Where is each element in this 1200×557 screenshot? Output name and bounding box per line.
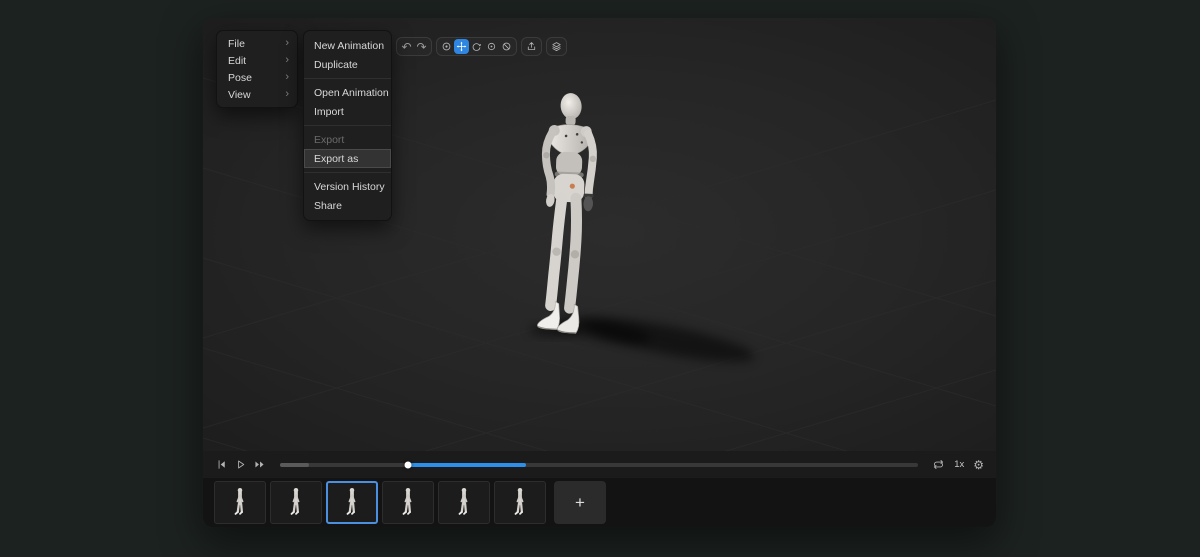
fast-forward-button[interactable]	[253, 458, 266, 471]
transport-controls	[215, 458, 266, 471]
fast-forward-icon	[255, 461, 264, 468]
frame-thumbnail-5[interactable]	[438, 481, 490, 524]
frame-pose-preview	[234, 487, 244, 515]
skip-to-start-icon	[218, 460, 225, 469]
gear-icon: ⚙	[973, 457, 984, 472]
menu-item-view[interactable]: View ›	[217, 86, 297, 103]
chevron-right-icon: ›	[285, 54, 289, 66]
menu-item-export: Export	[314, 133, 345, 146]
menu-item-export-as[interactable]: Export as	[304, 149, 391, 168]
redo-icon: ↷	[416, 39, 427, 54]
file-submenu: New Animation Duplicate Open Animation I…	[303, 30, 392, 221]
menu-item-version-history[interactable]: Version History	[304, 177, 391, 196]
menu-divider	[304, 78, 391, 79]
app-window: File › Edit › Pose › View › New Animatio…	[203, 18, 996, 527]
rotate-icon	[472, 43, 481, 51]
menu-item-share[interactable]: Share	[304, 196, 391, 215]
export-group	[521, 37, 542, 56]
history-group: ↶ ↷	[396, 37, 432, 56]
layers-icon	[552, 42, 561, 52]
timeline-bar: 1x ⚙	[203, 451, 996, 478]
timeline-lead-segment	[280, 462, 309, 467]
menu-item-new-animation[interactable]: New Animation	[304, 36, 391, 55]
frame-thumbnail-2[interactable]	[270, 481, 322, 524]
chevron-right-icon: ›	[285, 71, 289, 83]
menu-bar: File › Edit › Pose › View ›	[216, 30, 298, 108]
timeline-right-controls: 1x ⚙	[932, 458, 984, 471]
disable-tool-button[interactable]	[499, 39, 514, 54]
timeline-track[interactable]	[280, 461, 919, 468]
frame-strip: +	[203, 478, 996, 527]
chevron-right-icon: ›	[285, 37, 289, 49]
frame-pose-preview	[514, 487, 524, 515]
desktop: File › Edit › Pose › View › New Animatio…	[0, 0, 1200, 557]
timeline-progress-segment	[407, 462, 527, 467]
menu-item-edit[interactable]: Edit ›	[217, 52, 297, 69]
add-frame-button[interactable]: +	[554, 481, 606, 524]
frame-thumbnail-4[interactable]	[382, 481, 434, 524]
layers-group	[546, 37, 567, 56]
menu-item-duplicate[interactable]: Duplicate	[304, 55, 391, 74]
move-icon	[456, 41, 467, 52]
frame-pose-preview	[458, 487, 468, 515]
frame-thumbnail-6[interactable]	[494, 481, 546, 524]
frame-thumbnail-3-selected[interactable]	[326, 481, 378, 524]
playback-speed-label[interactable]: 1x	[954, 459, 964, 470]
plus-icon: +	[575, 492, 585, 512]
chevron-right-icon: ›	[285, 88, 289, 100]
frame-pose-preview	[402, 487, 412, 515]
menu-item-label: Edit	[228, 54, 247, 67]
orbit-tool-button[interactable]	[484, 39, 499, 54]
menu-item-import[interactable]: Import	[304, 102, 391, 121]
menu-item-label: File	[228, 37, 245, 50]
menu-item-label: View	[228, 88, 251, 101]
tools-group	[436, 37, 517, 56]
menu-divider	[304, 125, 391, 126]
focus-icon	[442, 42, 451, 51]
undo-button[interactable]: ↶	[399, 39, 414, 54]
menu-item-label: Pose	[228, 71, 252, 84]
timeline-settings-button[interactable]: ⚙	[973, 459, 984, 471]
menu-item-pose[interactable]: Pose ›	[217, 69, 297, 86]
redo-button[interactable]: ↷	[414, 39, 429, 54]
skip-to-start-button[interactable]	[215, 458, 228, 471]
export-icon	[527, 42, 536, 50]
disable-icon	[502, 42, 511, 51]
loop-button[interactable]	[932, 458, 945, 471]
rotate-tool-button[interactable]	[469, 39, 484, 54]
orbit-icon	[487, 42, 496, 51]
play-icon	[238, 460, 245, 469]
menu-item-open-animation[interactable]: Open Animation	[304, 83, 391, 102]
frame-pose-preview	[290, 487, 300, 515]
menu-divider	[304, 172, 391, 173]
play-button[interactable]	[234, 458, 247, 471]
playhead[interactable]	[404, 461, 412, 468]
frame-pose-preview	[346, 487, 356, 515]
undo-icon: ↶	[401, 39, 412, 54]
layers-button[interactable]	[549, 39, 564, 54]
mannequin-model[interactable]	[518, 84, 658, 364]
toolbar: ↶ ↷	[396, 37, 567, 56]
export-button[interactable]	[524, 39, 539, 54]
frame-thumbnail-1[interactable]	[214, 481, 266, 524]
move-tool-button[interactable]	[454, 39, 469, 54]
focus-tool-button[interactable]	[439, 39, 454, 54]
loop-icon	[934, 460, 944, 469]
menu-item-file[interactable]: File ›	[217, 35, 297, 52]
